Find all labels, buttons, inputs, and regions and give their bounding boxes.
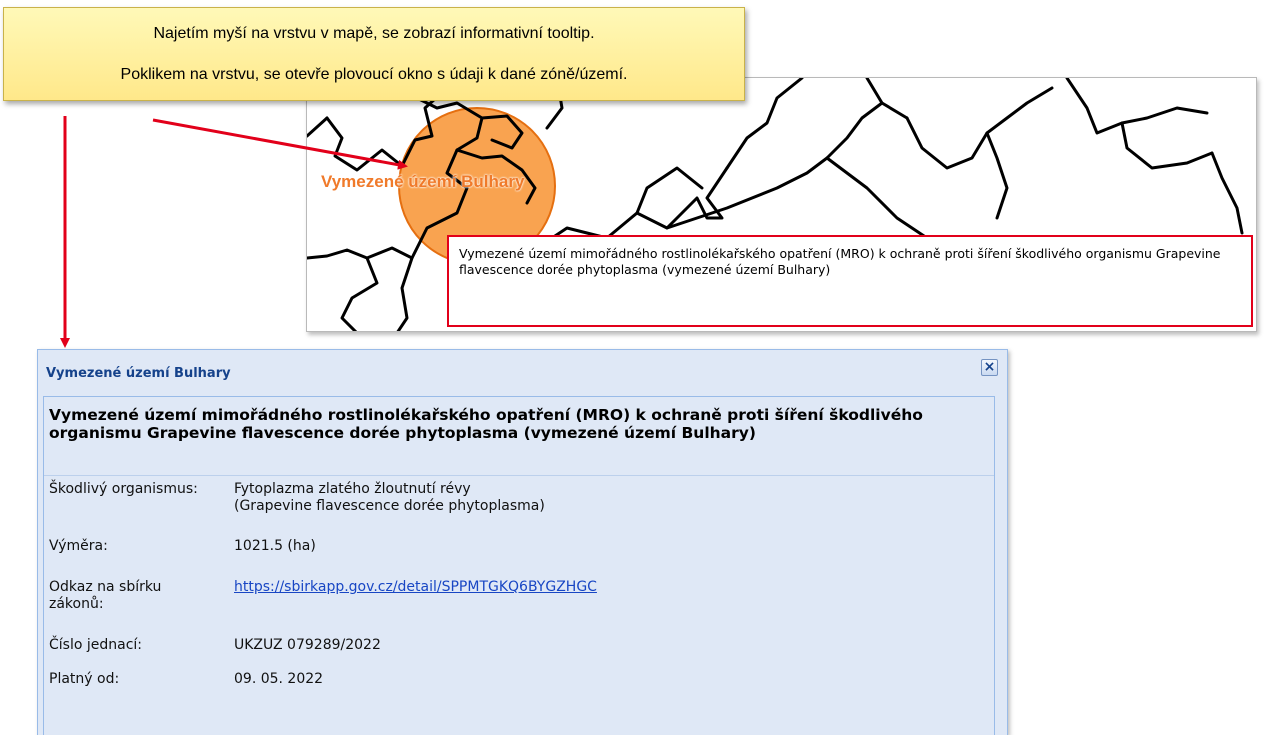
attribute-label: Platný od:: [49, 671, 120, 687]
attribute-value: 1021.5 (ha): [234, 538, 316, 554]
attribute-value: Fytoplazma zlatého žloutnutí révy (Grape…: [234, 481, 545, 514]
divider: [44, 475, 994, 476]
map-panel[interactable]: Vymezené území Bulhary Vymezené území mi…: [306, 77, 1257, 332]
close-icon[interactable]: ×: [981, 359, 998, 376]
attribute-label: Odkaz na sbírku zákonů:: [49, 579, 162, 612]
callout-note: Najetím myší na vrstvu v mapě, se zobraz…: [3, 7, 745, 101]
attribute-value: https://sbirkapp.gov.cz/detail/SPPMTGKQ6…: [234, 579, 597, 596]
window-title: Vymezené území Bulhary: [46, 366, 231, 381]
map-tooltip: Vymezené území mimořádného rostlinolékař…: [447, 235, 1253, 327]
attribute-value: 09. 05. 2022: [234, 671, 324, 687]
callout-line-1: Najetím myší na vrstvu v mapě, se zobraz…: [153, 25, 595, 42]
attribute-label: Výměra:: [49, 538, 108, 554]
law-collection-link[interactable]: https://sbirkapp.gov.cz/detail/SPPMTGKQ6…: [234, 579, 597, 595]
window-body: Vymezené území mimořádného rostlinolékař…: [43, 396, 995, 735]
attribute-label: Škodlivý organismus:: [49, 481, 198, 497]
attribute-label: Číslo jednací:: [49, 637, 143, 653]
callout-line-2: Poklikem na vrstvu, se otevře plovoucí o…: [120, 66, 628, 83]
attribute-value: UKZUZ 079289/2022: [234, 637, 381, 653]
info-window[interactable]: Vymezené území Bulhary × Vymezené území …: [37, 349, 1008, 735]
map-layer-label[interactable]: Vymezené území Bulhary: [321, 172, 524, 192]
territory-heading: Vymezené území mimořádného rostlinolékař…: [49, 406, 923, 442]
